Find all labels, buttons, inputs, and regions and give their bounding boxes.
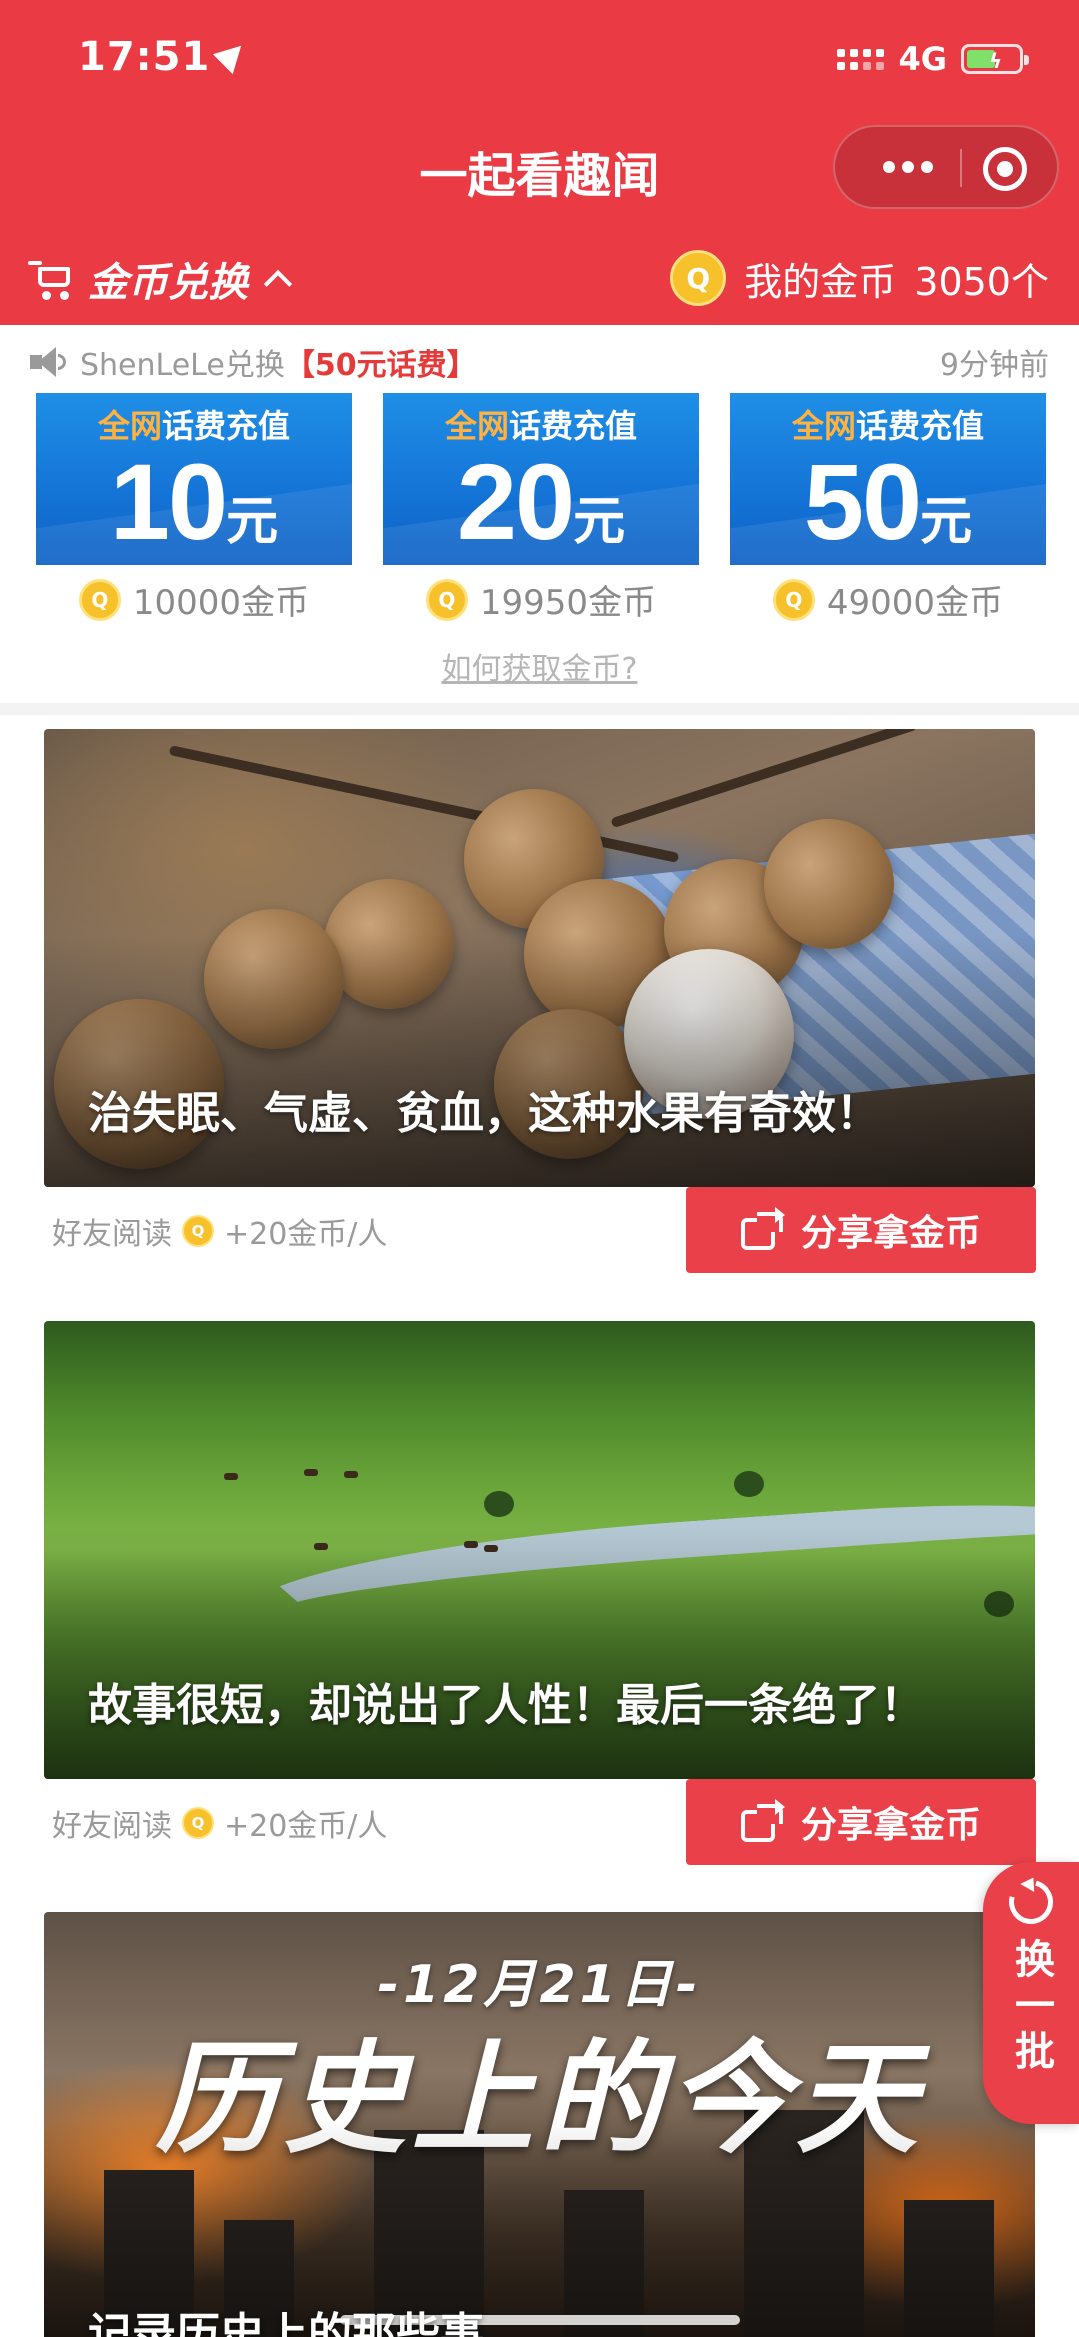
article-meta: 好友阅读 Q +20金币/人 分享拿金币 bbox=[44, 1187, 1036, 1273]
recharge-cards: 全网话费充值 10元 Q 10000金币 全网话费充值 20元 Q 19950金… bbox=[36, 393, 1046, 624]
coin-exchange-label: 金币兑换 bbox=[88, 260, 248, 306]
article-image[interactable]: -12月21日- 历史上的今天 记录历史上的那些事 bbox=[44, 1912, 1035, 2337]
speaker-icon bbox=[28, 346, 70, 378]
my-coins-value: 3050个 bbox=[914, 259, 1049, 304]
miniprogram-capsule bbox=[833, 125, 1059, 209]
coin-icon: Q bbox=[425, 578, 468, 621]
recharge-card-20[interactable]: 全网话费充值 20元 Q 19950金币 bbox=[383, 393, 699, 624]
article-image[interactable]: 治失眠、气虚、贫血，这种水果有奇效！ bbox=[44, 729, 1035, 1187]
cart-icon bbox=[28, 259, 74, 300]
ticker-time: 9分钟前 bbox=[939, 348, 1049, 383]
article-card[interactable]: 治失眠、气虚、贫血，这种水果有奇效！ 好友阅读 Q +20金币/人 分享拿金币 bbox=[44, 729, 1036, 1273]
coin-icon: Q bbox=[78, 578, 121, 621]
close-miniprogram-icon[interactable] bbox=[983, 147, 1027, 191]
recharge-card-price: Q 49000金币 bbox=[730, 575, 1046, 624]
share-for-coins-button[interactable]: 分享拿金币 bbox=[686, 1779, 1036, 1865]
my-coins: Q 我的金币 3050个 bbox=[670, 250, 1049, 306]
share-icon bbox=[740, 1799, 785, 1842]
recharge-card-image: 全网话费充值 20元 bbox=[383, 393, 699, 565]
capsule-divider bbox=[960, 149, 962, 187]
article-card[interactable]: -12月21日- 历史上的今天 记录历史上的那些事 bbox=[44, 1912, 1035, 2337]
coin-icon: Q bbox=[182, 1215, 214, 1247]
recharge-card-price: Q 10000金币 bbox=[36, 575, 352, 624]
network-label: 4G bbox=[898, 40, 947, 78]
share-icon bbox=[740, 1207, 785, 1250]
article-meta: 好友阅读 Q +20金币/人 分享拿金币 bbox=[44, 1779, 1036, 1865]
app-header: 17:51 4G ϟ 一起看趣闻 金币兑换 Q 我的金币 3050个 bbox=[0, 0, 1079, 325]
location-arrow-icon bbox=[213, 35, 252, 75]
coin-icon: Q bbox=[670, 250, 727, 306]
article-caption: 故事很短，却说出了人性！最后一条绝了！ bbox=[88, 1680, 924, 1731]
coin-exchange-toggle[interactable]: 金币兑换 bbox=[28, 250, 293, 308]
image-title-text: 历史上的今天 bbox=[155, 2026, 924, 2170]
article-caption: 记录历史上的那些事 bbox=[88, 2309, 484, 2337]
ticker-item: 【50元话费】 bbox=[284, 348, 477, 383]
chevron-up-icon bbox=[263, 269, 293, 299]
exchange-ticker: ShenLeLe兑换 【50元话费】 9分钟前 bbox=[28, 335, 1049, 389]
coin-icon: Q bbox=[772, 578, 815, 621]
recharge-card-50[interactable]: 全网话费充值 50元 Q 49000金币 bbox=[730, 393, 1046, 624]
share-for-coins-button[interactable]: 分享拿金币 bbox=[686, 1187, 1036, 1273]
article-card[interactable]: 故事很短，却说出了人性！最后一条绝了！ 好友阅读 Q +20金币/人 分享拿金币 bbox=[44, 1321, 1036, 1865]
section-divider bbox=[0, 703, 1079, 715]
recharge-card-image: 全网话费充值 50元 bbox=[730, 393, 1046, 565]
friend-reads-reward: 好友阅读 Q +20金币/人 bbox=[52, 1807, 388, 1844]
friend-reads-reward: 好友阅读 Q +20金币/人 bbox=[52, 1215, 388, 1252]
my-coins-label: 我的金币 bbox=[744, 259, 897, 304]
coin-icon: Q bbox=[182, 1807, 214, 1839]
refresh-batch-button[interactable]: 换一批 bbox=[983, 1862, 1079, 2124]
battery-icon: ϟ bbox=[961, 44, 1029, 74]
how-to-get-coins-link[interactable]: 如何获取金币? bbox=[0, 644, 1079, 688]
article-caption: 治失眠、气虚、贫血，这种水果有奇效！ bbox=[88, 1088, 880, 1139]
more-icon[interactable] bbox=[869, 127, 947, 207]
recharge-card-price: Q 19950金币 bbox=[383, 575, 699, 624]
status-time: 17:51 bbox=[78, 34, 252, 80]
signal-icon bbox=[837, 48, 885, 70]
refresh-label: 换一批 bbox=[1008, 1938, 1054, 2076]
refresh-icon bbox=[1000, 1871, 1062, 1933]
status-indicators: 4G ϟ bbox=[837, 40, 1029, 78]
recharge-card-10[interactable]: 全网话费充值 10元 Q 10000金币 bbox=[36, 393, 352, 624]
article-image[interactable]: 故事很短，却说出了人性！最后一条绝了！ bbox=[44, 1321, 1035, 1779]
ticker-user: ShenLeLe兑换 bbox=[80, 348, 285, 383]
recharge-card-image: 全网话费充值 10元 bbox=[36, 393, 352, 565]
